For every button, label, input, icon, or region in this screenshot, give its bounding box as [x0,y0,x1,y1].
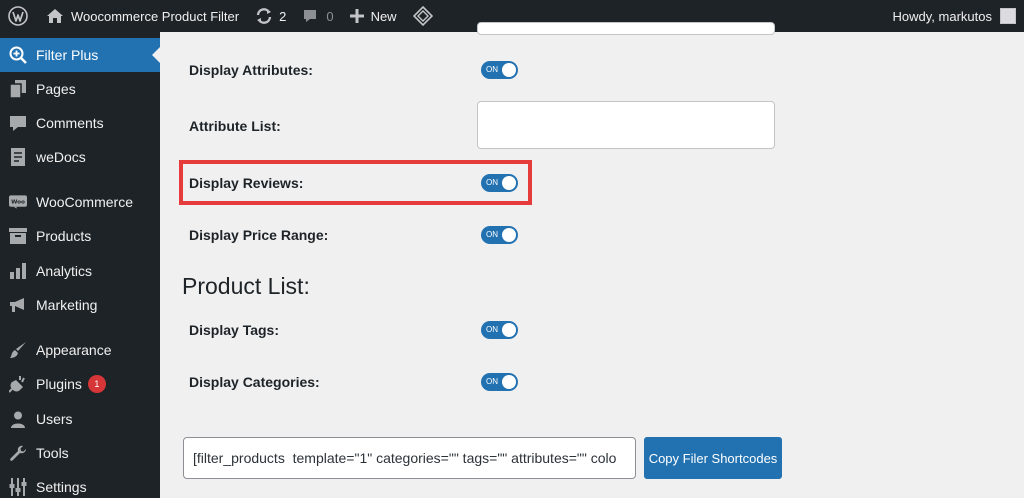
sidebar-item-pages[interactable]: Pages [0,72,160,106]
new-label: New [370,8,397,24]
toggle-on-text: ON [486,230,498,239]
sidebar-item-woocommerce[interactable]: Woo WooCommerce [0,185,160,219]
sidebar-item-label: Tools [36,445,69,461]
display-price-range-label: Display Price Range: [189,227,329,243]
sidebar-item-tools[interactable]: Tools [0,436,160,470]
bar-chart-icon [9,262,27,280]
display-attributes-label: Display Attributes: [189,62,313,78]
home-icon [47,9,63,23]
shortcode-input[interactable]: [filter_products template="1" categories… [183,437,636,479]
comments-icon [9,114,27,132]
display-tags-label: Display Tags: [189,322,279,338]
plugins-update-badge: 1 [87,375,106,393]
sidebar-item-label: Appearance [36,342,112,358]
my-account-link[interactable]: Howdy, markutos [893,0,1016,32]
wordpress-logo-button[interactable] [0,0,38,32]
sidebar-item-marketing[interactable]: Marketing [0,288,160,322]
sidebar-item-wedocs[interactable]: weDocs [0,140,160,174]
comments-link[interactable]: 0 [294,0,341,32]
display-attributes-toggle[interactable]: ON [481,61,518,79]
toggle-knob [502,323,516,337]
sidebar-item-label: Users [36,411,73,427]
site-name: Woocommerce Product Filter [71,8,240,24]
howdy-greeting: Howdy, markutos [892,8,992,24]
sidebar-item-settings[interactable]: Settings [0,470,160,498]
attribute-list-label: Attribute List: [189,118,281,134]
docs-icon [9,148,27,166]
plugin-toolbar-link[interactable] [405,0,441,32]
product-list-heading: Product List: [182,273,310,299]
user-icon [9,410,27,428]
sidebar-item-label: Marketing [36,297,98,313]
new-content-link[interactable]: New [342,0,405,32]
comment-icon [304,10,317,22]
display-reviews-toggle[interactable]: ON [481,174,518,192]
updates-link[interactable]: 2 [247,0,294,32]
svg-text:Woo: Woo [11,199,25,205]
sidebar-item-products[interactable]: Products [0,219,160,253]
toggle-on-text: ON [486,377,498,386]
sidebar-item-label: Comments [36,115,104,131]
toggle-knob [502,375,516,389]
sidebar-item-label: WooCommerce [36,194,133,210]
wrench-icon [9,444,27,462]
sidebar-item-filter-plus[interactable]: Filter Plus [0,38,160,72]
toggle-on-text: ON [486,65,498,74]
updates-icon [256,8,272,24]
brush-icon [9,341,27,359]
comments-count: 0 [326,8,334,24]
toggle-knob [502,228,516,242]
archive-icon [9,227,27,245]
site-name-link[interactable]: Woocommerce Product Filter [38,0,247,32]
display-categories-toggle[interactable]: ON [481,373,518,391]
toggle-knob [502,63,516,77]
toggle-on-text: ON [486,325,498,334]
wordpress-icon [8,6,28,26]
main-content: Display Attributes: ON Attribute List: D… [160,22,1024,498]
magnifier-plus-icon [9,46,27,64]
copy-shortcodes-button[interactable]: Copy Filer Shortcodes [644,437,782,479]
plugin-diamond-icon [412,6,433,26]
sidebar-item-label: weDocs [36,149,86,165]
updates-count: 2 [279,8,287,24]
toggle-knob [502,176,516,190]
sidebar-item-comments[interactable]: Comments [0,106,160,140]
admin-sidebar: Filter Plus Pages Comments weDocs Woo Wo… [0,32,160,498]
display-price-range-toggle[interactable]: ON [481,226,518,244]
sidebar-item-label: Filter Plus [36,47,99,63]
sidebar-item-users[interactable]: Users [0,402,160,436]
sidebar-item-label: Analytics [36,263,93,279]
attribute-list-input[interactable] [477,101,775,149]
toggle-on-text: ON [486,178,498,187]
megaphone-icon [9,296,27,314]
sidebar-item-label: Settings [36,479,87,495]
pages-icon [9,80,27,98]
sidebar-item-label: Plugins [36,376,82,392]
previous-setting-input[interactable] [477,22,775,35]
display-categories-label: Display Categories: [189,374,320,390]
avatar [1000,8,1016,24]
plus-icon [349,9,364,23]
woo-icon: Woo [9,193,27,211]
sidebar-item-plugins[interactable]: Plugins 1 [0,367,160,401]
display-reviews-label: Display Reviews: [189,175,304,191]
display-tags-toggle[interactable]: ON [481,321,518,339]
sidebar-item-analytics[interactable]: Analytics [0,254,160,288]
settings-icon [9,478,27,496]
sidebar-item-appearance[interactable]: Appearance [0,333,160,367]
sidebar-item-label: Products [36,228,92,244]
plug-icon [9,375,27,393]
sidebar-item-label: Pages [36,81,76,97]
